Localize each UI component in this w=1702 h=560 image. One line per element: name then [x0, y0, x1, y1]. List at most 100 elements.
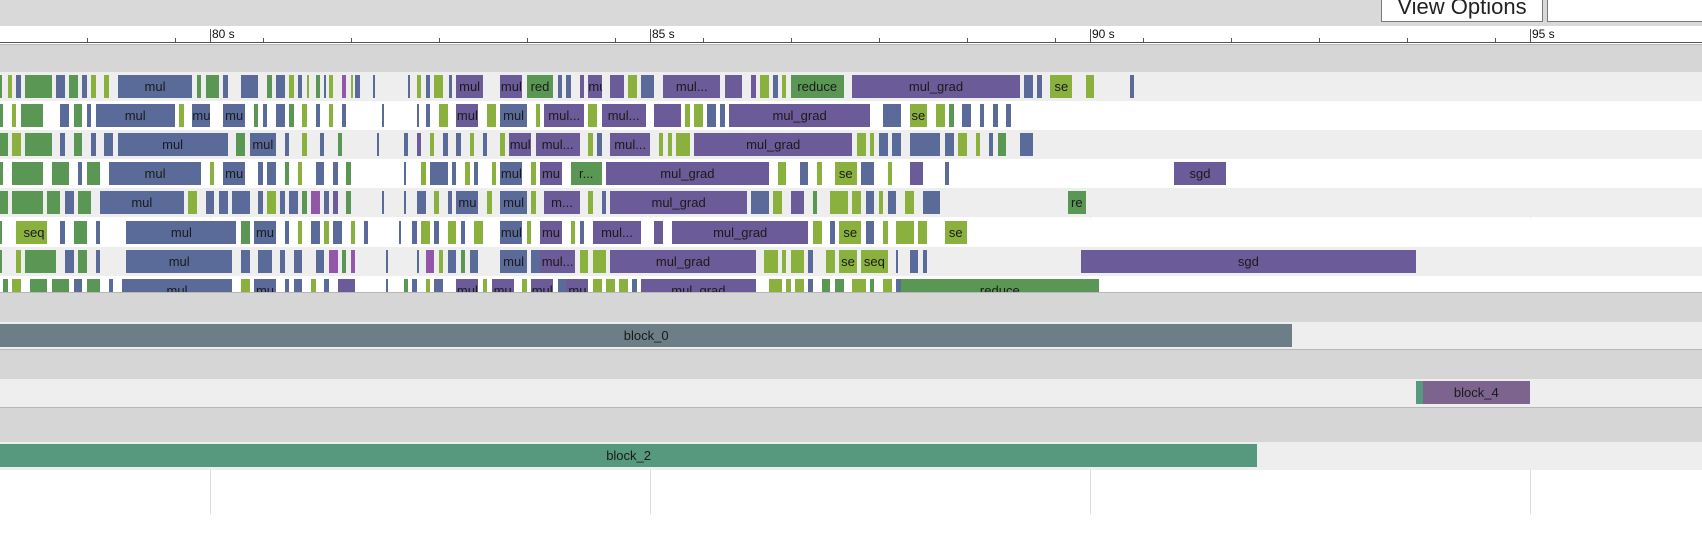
trace-slice[interactable]: mul...: [663, 75, 721, 98]
trace-slice[interactable]: [641, 75, 655, 98]
trace-slice[interactable]: mul...: [610, 133, 650, 156]
trace-slice[interactable]: [91, 75, 96, 98]
trace-slice[interactable]: [25, 133, 52, 156]
trace-slice[interactable]: r...: [570, 162, 602, 185]
trace-slice[interactable]: [782, 75, 787, 98]
trace-slice[interactable]: [95, 250, 100, 273]
trace-slice[interactable]: [773, 75, 778, 98]
trace-slice[interactable]: mul: [456, 104, 479, 127]
trace-slice[interactable]: [20, 104, 43, 127]
trace-slice[interactable]: [386, 250, 388, 273]
search-input[interactable]: [1547, 0, 1702, 22]
trace-slice[interactable]: mul: [509, 133, 532, 156]
trace-slice[interactable]: [262, 104, 268, 127]
trace-slice[interactable]: [240, 75, 259, 98]
trace-slice[interactable]: [16, 250, 21, 273]
trace-slice[interactable]: mul: [117, 75, 193, 98]
trace-slice[interactable]: [628, 75, 637, 98]
trace-slice[interactable]: [240, 221, 250, 244]
trace-slice[interactable]: [944, 162, 950, 185]
trace-slice[interactable]: [73, 221, 87, 244]
trace-slice[interactable]: [958, 133, 967, 156]
trace-slice[interactable]: [0, 104, 4, 127]
trace-slice[interactable]: [579, 250, 589, 273]
trace-slice[interactable]: se: [834, 162, 857, 185]
trace-slice[interactable]: mul_grad: [729, 104, 870, 127]
trace-slice[interactable]: mul_grad: [672, 221, 809, 244]
trace-slice[interactable]: [861, 162, 875, 185]
trace-slice[interactable]: [592, 250, 606, 273]
trace-slice[interactable]: [218, 191, 228, 214]
trace-slice[interactable]: [962, 104, 972, 127]
trace-slice[interactable]: [267, 75, 272, 98]
trace-slice[interactable]: [438, 250, 444, 273]
trace-slice[interactable]: mul_grad: [694, 133, 853, 156]
trace-slice[interactable]: [324, 75, 327, 98]
trace-slice[interactable]: [425, 250, 435, 273]
trace-slice[interactable]: se: [944, 221, 967, 244]
trace-slice[interactable]: [447, 250, 457, 273]
trace-slice[interactable]: [782, 250, 787, 273]
trace-slice[interactable]: mul: [500, 221, 523, 244]
trace-slice[interactable]: [333, 162, 338, 185]
trace-slice[interactable]: [1085, 75, 1095, 98]
trace-slice[interactable]: [315, 250, 325, 273]
trace-slice[interactable]: mul: [500, 75, 523, 98]
trace-slice[interactable]: [892, 133, 901, 156]
track-header-block-row[interactable]: [0, 292, 1702, 322]
trace-slice[interactable]: [922, 191, 941, 214]
trace-slice[interactable]: [86, 104, 92, 127]
trace-slice[interactable]: [320, 133, 325, 156]
trace-slice[interactable]: [324, 191, 329, 214]
trace-slice[interactable]: [434, 75, 444, 98]
trace-slice[interactable]: [293, 250, 303, 273]
trace-slice[interactable]: seq: [20, 221, 48, 244]
trace-slice[interactable]: [0, 75, 2, 98]
trace-slice[interactable]: mul: [100, 191, 184, 214]
trace-slice[interactable]: mul_grad: [852, 75, 1020, 98]
trace-slice[interactable]: [830, 191, 848, 214]
trace-slice[interactable]: [284, 221, 290, 244]
trace-slice[interactable]: [64, 250, 74, 273]
trace-slice[interactable]: mu: [254, 221, 276, 244]
trace-slice[interactable]: [751, 75, 756, 98]
trace-slice[interactable]: [597, 133, 602, 156]
trace-slice[interactable]: [302, 104, 307, 127]
trace-slice[interactable]: [0, 250, 2, 273]
track-area[interactable]: mulmulmulredmul...mul...reducemul_gradse…: [0, 44, 1702, 514]
trace-slice[interactable]: [346, 162, 351, 185]
trace-slice[interactable]: [276, 75, 285, 98]
trace-slice[interactable]: red: [526, 75, 554, 98]
trace-slice[interactable]: [654, 104, 681, 127]
trace-slice[interactable]: [47, 191, 61, 214]
trace-slice[interactable]: [12, 104, 17, 127]
trace-slice[interactable]: [1129, 75, 1134, 98]
trace-slice[interactable]: [790, 191, 804, 214]
trace-slice[interactable]: [403, 133, 408, 156]
trace-slice[interactable]: [355, 75, 360, 98]
trace-slice[interactable]: mu: [540, 162, 562, 185]
trace-slice[interactable]: [760, 75, 769, 98]
trace-slice[interactable]: [1024, 75, 1033, 98]
trace-slice[interactable]: [311, 221, 320, 244]
trace-slice[interactable]: [460, 221, 466, 244]
trace-slice[interactable]: [588, 104, 598, 127]
trace-slice[interactable]: [764, 250, 778, 273]
trace-slice[interactable]: [588, 133, 593, 156]
trace-slice[interactable]: [799, 162, 809, 185]
trace-slice[interactable]: [852, 191, 862, 214]
trace-slice[interactable]: reduce: [790, 75, 844, 98]
trace-slice[interactable]: [909, 250, 919, 273]
trace-slice[interactable]: [399, 221, 402, 244]
trace-slice[interactable]: [1006, 104, 1011, 127]
trace-slice[interactable]: [449, 75, 452, 98]
trace-slice[interactable]: mul: [500, 104, 527, 127]
trace-slice[interactable]: [416, 191, 426, 214]
trace-slice[interactable]: [865, 221, 875, 244]
trace-slice[interactable]: [60, 104, 70, 127]
trace-slice[interactable]: [531, 162, 536, 185]
trace-slice[interactable]: [254, 104, 259, 127]
trace-slice[interactable]: [570, 221, 576, 244]
trace-slice[interactable]: [430, 162, 448, 185]
trace-slice[interactable]: [416, 250, 419, 273]
